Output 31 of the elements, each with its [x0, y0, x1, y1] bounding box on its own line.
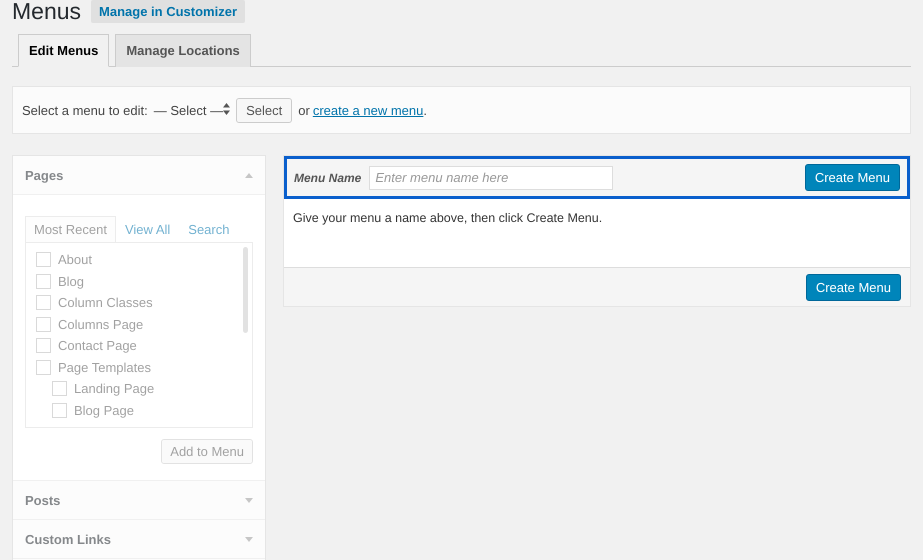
triangle-down-icon	[245, 498, 253, 502]
section-title: Pages	[25, 168, 64, 182]
page-item-label: Page Templates	[58, 360, 151, 375]
page-item-label: About	[58, 252, 92, 268]
menu-name-label: Menu Name	[294, 170, 362, 184]
select-label: Select a menu to edit:	[22, 102, 148, 118]
page-item-label: Landing Page	[74, 381, 154, 396]
page-item-label: Contact Page	[58, 338, 137, 354]
page-item-label: Blog Page	[74, 402, 134, 418]
customizer-button[interactable]: Manage in Customizer	[91, 0, 246, 22]
instructions-text: Give your menu a name above, then click Create Menu.	[292, 210, 604, 227]
create-menu-link[interactable]: create a new menu	[312, 102, 424, 118]
or-text: or	[298, 102, 310, 118]
scrollbar[interactable]	[243, 247, 248, 333]
page-item-label: Columns Page	[58, 316, 144, 332]
section-title: Custom Links	[25, 532, 111, 546]
menu-name-field[interactable]: Enter menu name here	[369, 166, 614, 190]
create-menu-button[interactable]: Create Menu	[806, 274, 901, 300]
page-item-label: Blog	[58, 274, 84, 289]
updown-arrows-icon	[223, 102, 230, 114]
section-title: Posts	[25, 492, 60, 508]
triangle-down-icon	[245, 536, 253, 542]
select-button[interactable]: Select	[236, 98, 292, 122]
nav-tab[interactable]: Edit Menus	[18, 34, 110, 67]
menu-select[interactable]: — Select —	[154, 102, 230, 118]
page-title: Menus	[12, 0, 82, 24]
nav-tab[interactable]: Manage Locations	[115, 34, 251, 67]
triangle-up-icon	[245, 172, 253, 178]
page-item-label: Column Classes	[58, 295, 153, 310]
create-menu-button[interactable]: Create Menu	[804, 164, 900, 191]
period-text: .	[423, 102, 428, 118]
